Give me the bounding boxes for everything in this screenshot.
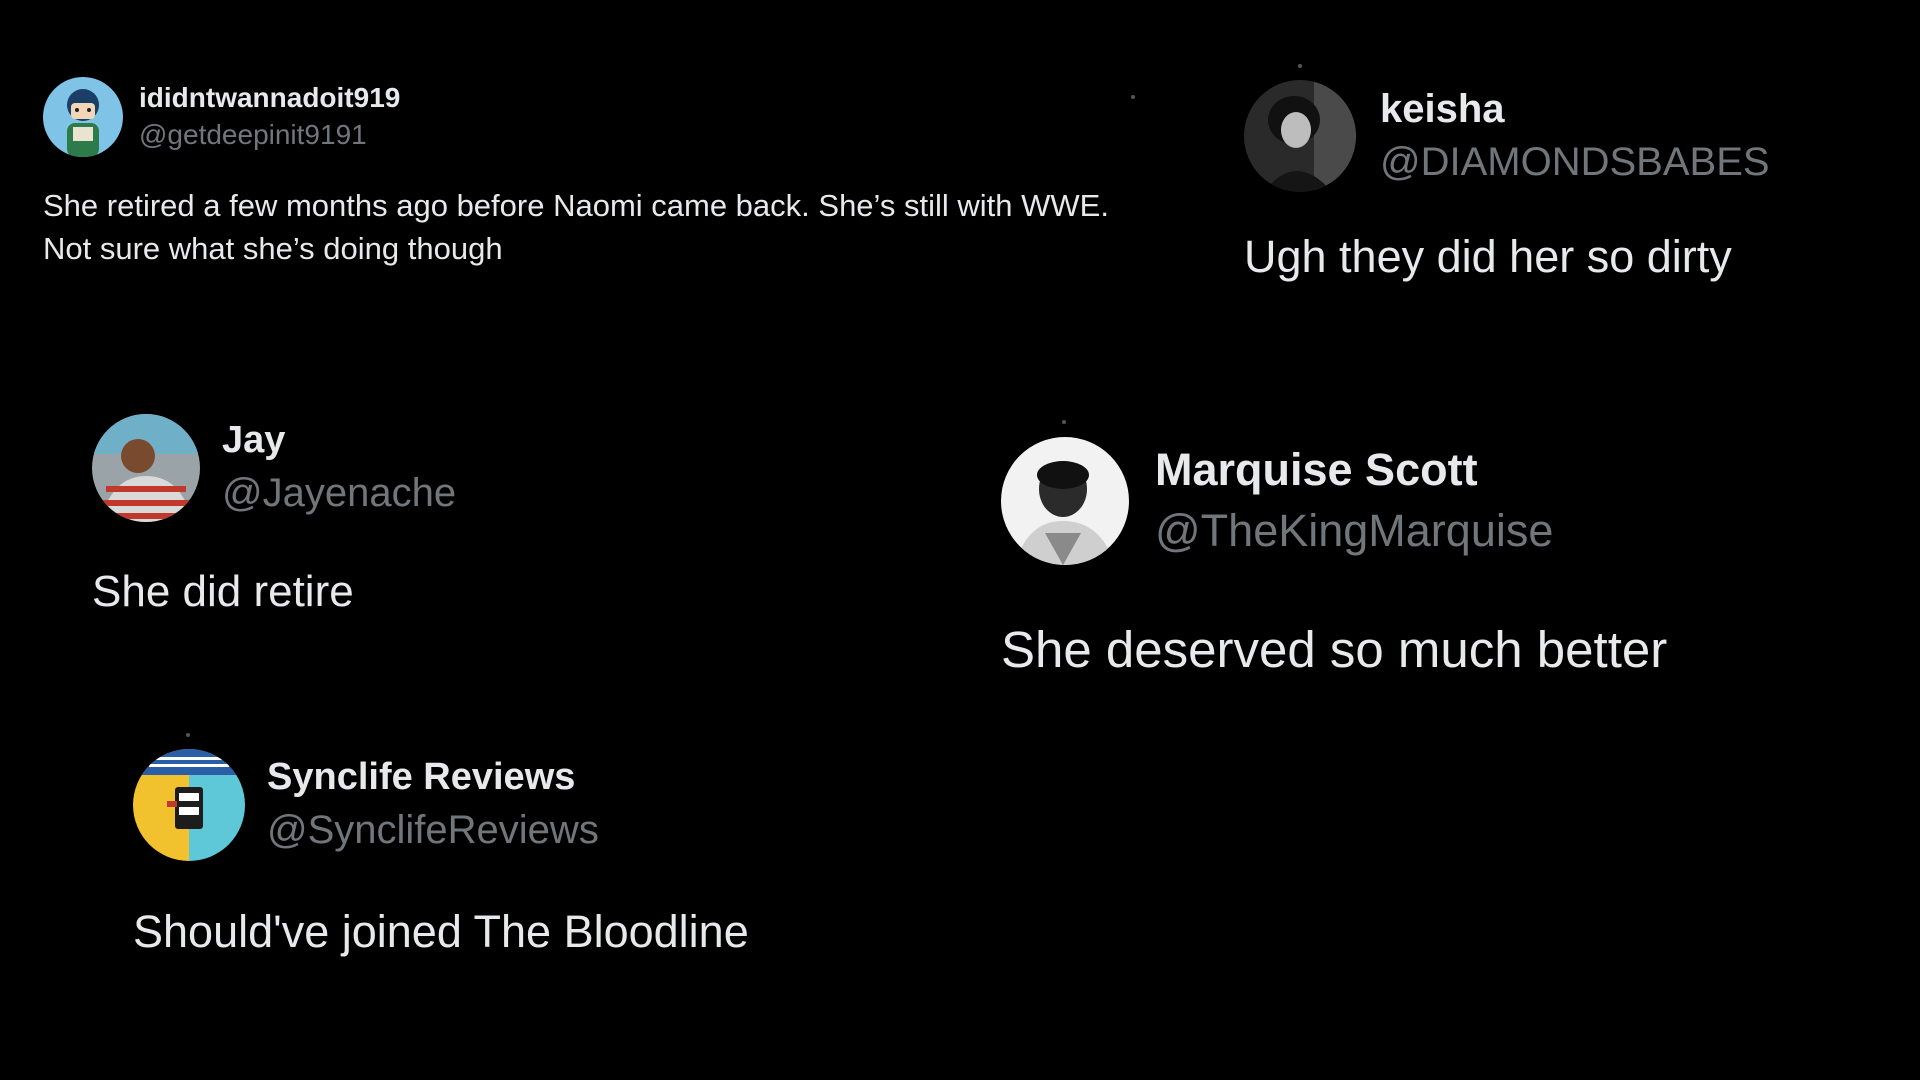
display-name[interactable]: keisha (1380, 86, 1770, 132)
tweet-header: Marquise Scott @TheKingMarquise (1001, 437, 1901, 565)
tweet-header: ididntwannadoit919 @getdeepinit9191 (43, 77, 1143, 157)
tweet-author: Jay @Jayenache (222, 419, 456, 517)
decorative-dot (1131, 95, 1135, 99)
tweet-author: keisha @DIAMONDSBABES (1380, 86, 1770, 186)
tweet-text: Ugh they did her so dirty (1244, 231, 1732, 282)
tweet-card-marquise-scott: Marquise Scott @TheKingMarquise She dese… (1001, 437, 1901, 685)
user-handle[interactable]: @SynclifeReviews (267, 806, 599, 854)
tweet-author: ididntwannadoit919 @getdeepinit9191 (139, 82, 400, 152)
display-name[interactable]: ididntwannadoit919 (139, 82, 400, 114)
user-handle[interactable]: @DIAMONDSBABES (1380, 138, 1770, 186)
tweet-text: She retired a few months ago before Naom… (43, 188, 1109, 266)
tweet-text: Should've joined The Bloodline (133, 906, 749, 957)
avatar[interactable] (1244, 80, 1356, 192)
avatar[interactable] (43, 77, 123, 157)
decorative-dot (1062, 420, 1066, 424)
avatar[interactable] (133, 749, 245, 861)
tweet-header: Jay @Jayenache (92, 414, 892, 522)
cartoon-avatar-icon (43, 77, 123, 157)
user-handle[interactable]: @TheKingMarquise (1155, 504, 1553, 558)
tweet-author: Marquise Scott @TheKingMarquise (1155, 444, 1553, 558)
synclife-logo-icon (133, 749, 245, 861)
display-name[interactable]: Marquise Scott (1155, 444, 1553, 496)
tweet-text: She did retire (92, 567, 354, 616)
avatar[interactable] (1001, 437, 1129, 565)
black-and-white-portrait-photo (1244, 80, 1356, 192)
tweet-author: Synclife Reviews @SynclifeReviews (267, 756, 599, 854)
display-name[interactable]: Jay (222, 419, 456, 463)
tweet-card-synclife-reviews: Synclife Reviews @SynclifeReviews Should… (133, 749, 1033, 963)
tweet-card-keisha: keisha @DIAMONDSBABES Ugh they did her s… (1244, 80, 1884, 288)
tweet-card-jay: Jay @Jayenache She did retire (92, 414, 892, 623)
profile-photo (92, 414, 200, 522)
tweet-card-ididntwannadoit919: ididntwannadoit919 @getdeepinit9191 She … (43, 77, 1143, 271)
tweet-text: She deserved so much better (1001, 621, 1668, 678)
avatar[interactable] (92, 414, 200, 522)
user-handle[interactable]: @Jayenache (222, 469, 456, 517)
decorative-dot (1298, 64, 1302, 68)
user-handle[interactable]: @getdeepinit9191 (139, 118, 400, 152)
display-name[interactable]: Synclife Reviews (267, 756, 599, 800)
tweet-header: Synclife Reviews @SynclifeReviews (133, 749, 1033, 861)
black-and-white-portrait-photo (1001, 437, 1129, 565)
tweet-header: keisha @DIAMONDSBABES (1244, 80, 1884, 192)
decorative-dot (186, 733, 190, 737)
